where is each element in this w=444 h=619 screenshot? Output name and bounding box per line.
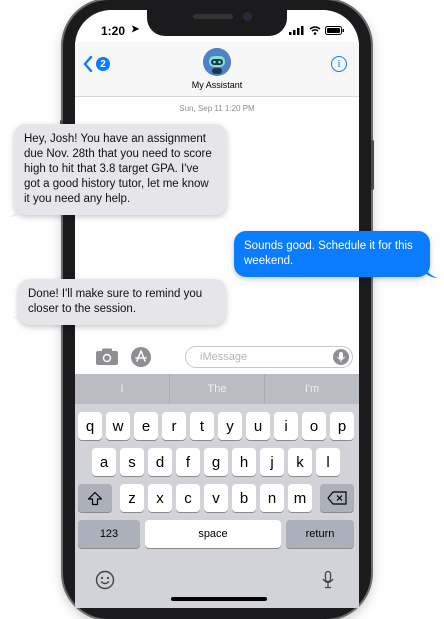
- key-q[interactable]: q: [78, 412, 102, 440]
- app-store-button[interactable]: [131, 347, 151, 367]
- key-h[interactable]: h: [232, 448, 256, 476]
- emoji-icon[interactable]: [95, 570, 115, 590]
- key-m[interactable]: m: [288, 484, 312, 512]
- key-i[interactable]: i: [274, 412, 298, 440]
- key-v[interactable]: v: [204, 484, 228, 512]
- prediction-bar: I The I'm: [75, 374, 359, 404]
- home-indicator: [171, 597, 267, 601]
- key-k[interactable]: k: [288, 448, 312, 476]
- key-o[interactable]: o: [302, 412, 326, 440]
- message-input-bar: iMessage: [75, 340, 359, 374]
- dictation-icon[interactable]: [321, 570, 335, 590]
- key-l[interactable]: l: [316, 448, 340, 476]
- keyboard: I The I'm q w e r t y u i o p a s d f g …: [75, 374, 359, 608]
- outgoing-bubble-tail: [424, 266, 438, 278]
- key-g[interactable]: g: [204, 448, 228, 476]
- message-input[interactable]: iMessage: [185, 346, 353, 368]
- key-d[interactable]: d: [148, 448, 172, 476]
- prediction-item[interactable]: I'm: [265, 374, 359, 404]
- keyboard-row-2: a s d f g h j k l: [75, 448, 359, 476]
- keyboard-row-4: 123 space return: [75, 520, 359, 548]
- key-p[interactable]: p: [330, 412, 354, 440]
- power-button: [371, 140, 374, 190]
- incoming-bubble-tail: [12, 306, 26, 318]
- microphone-icon: [337, 352, 345, 362]
- key-c[interactable]: c: [176, 484, 200, 512]
- app-store-icon: [135, 350, 147, 362]
- keyboard-row-1: q w e r t y u i o p: [75, 412, 359, 440]
- delete-icon: [327, 491, 347, 505]
- key-s[interactable]: s: [120, 448, 144, 476]
- microphone-button[interactable]: [333, 349, 349, 365]
- key-f[interactable]: f: [176, 448, 200, 476]
- key-u[interactable]: u: [246, 412, 270, 440]
- key-t[interactable]: t: [190, 412, 214, 440]
- key-w[interactable]: w: [106, 412, 130, 440]
- key-z[interactable]: z: [120, 484, 144, 512]
- screen-overlay: iMessage I The I'm q w e r t y u i o p a…: [75, 10, 359, 608]
- key-y[interactable]: y: [218, 412, 242, 440]
- key-x[interactable]: x: [148, 484, 172, 512]
- shift-key[interactable]: [78, 484, 112, 512]
- prediction-item[interactable]: I: [75, 374, 170, 404]
- key-b[interactable]: b: [232, 484, 256, 512]
- keyboard-row-3: z x c v b n m: [75, 484, 359, 512]
- key-r[interactable]: r: [162, 412, 186, 440]
- prediction-item[interactable]: The: [170, 374, 265, 404]
- key-n[interactable]: n: [260, 484, 284, 512]
- message-input-placeholder: iMessage: [200, 351, 248, 363]
- key-j[interactable]: j: [260, 448, 284, 476]
- delete-key[interactable]: [320, 484, 354, 512]
- shift-icon: [87, 491, 103, 505]
- return-key[interactable]: return: [286, 520, 354, 548]
- incoming-bubble-tail: [8, 205, 22, 217]
- key-e[interactable]: e: [134, 412, 158, 440]
- camera-icon[interactable]: [95, 348, 119, 366]
- space-key[interactable]: space: [145, 520, 281, 548]
- key-a[interactable]: a: [92, 448, 116, 476]
- numbers-key[interactable]: 123: [78, 520, 140, 548]
